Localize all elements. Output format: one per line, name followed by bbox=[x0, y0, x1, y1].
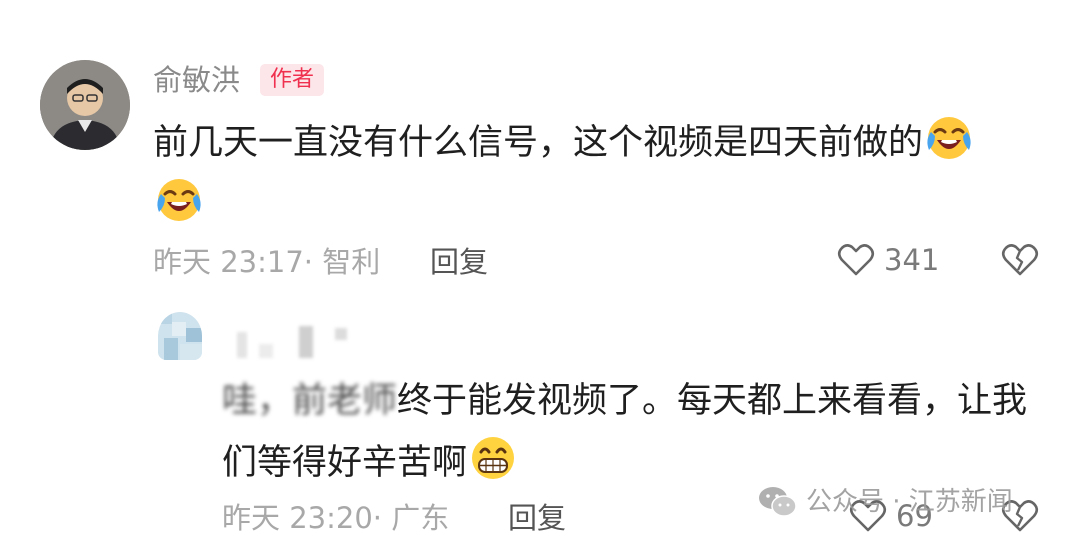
author-badge: 作者 bbox=[260, 64, 325, 96]
reply-comment-text: 哇，前老师终于能发视频了。每天都上来看看，让我们等得好辛苦啊 bbox=[222, 370, 1052, 494]
comment-text-content: 前几天一直没有什么信号，这个视频是四天前做的 bbox=[153, 123, 924, 163]
reply-button[interactable]: 回复 bbox=[508, 498, 566, 538]
grinning-emoji-icon bbox=[469, 434, 517, 482]
watermark: 公众号 · 江苏新闻 bbox=[758, 482, 1013, 522]
author-username[interactable]: 俞敏洪 bbox=[153, 60, 240, 100]
like-count: 341 bbox=[884, 243, 940, 277]
redacted-text: 哇，前老师 bbox=[222, 381, 398, 421]
crying-laughing-emoji-icon bbox=[155, 176, 203, 224]
reply-button[interactable]: 回复 bbox=[430, 242, 488, 282]
reply-username-redacted[interactable] bbox=[225, 322, 365, 362]
comment-text: 前几天一直没有什么信号，这个视频是四天前做的 bbox=[153, 112, 1033, 236]
like-button[interactable]: 341 bbox=[836, 240, 939, 280]
crying-laughing-emoji-icon bbox=[925, 114, 973, 162]
reply-user-avatar[interactable] bbox=[158, 312, 202, 360]
heart-icon bbox=[837, 244, 875, 276]
broken-heart-icon bbox=[1001, 244, 1039, 276]
author-avatar[interactable] bbox=[40, 60, 130, 150]
dislike-button[interactable] bbox=[1000, 240, 1040, 280]
wechat-icon bbox=[759, 487, 797, 517]
watermark-text: 公众号 · 江苏新闻 bbox=[806, 487, 1013, 517]
reply-timestamp-location: 昨天 23:20· 广东 bbox=[222, 501, 450, 535]
comment-timestamp-location: 昨天 23:17· 智利 bbox=[153, 245, 381, 279]
